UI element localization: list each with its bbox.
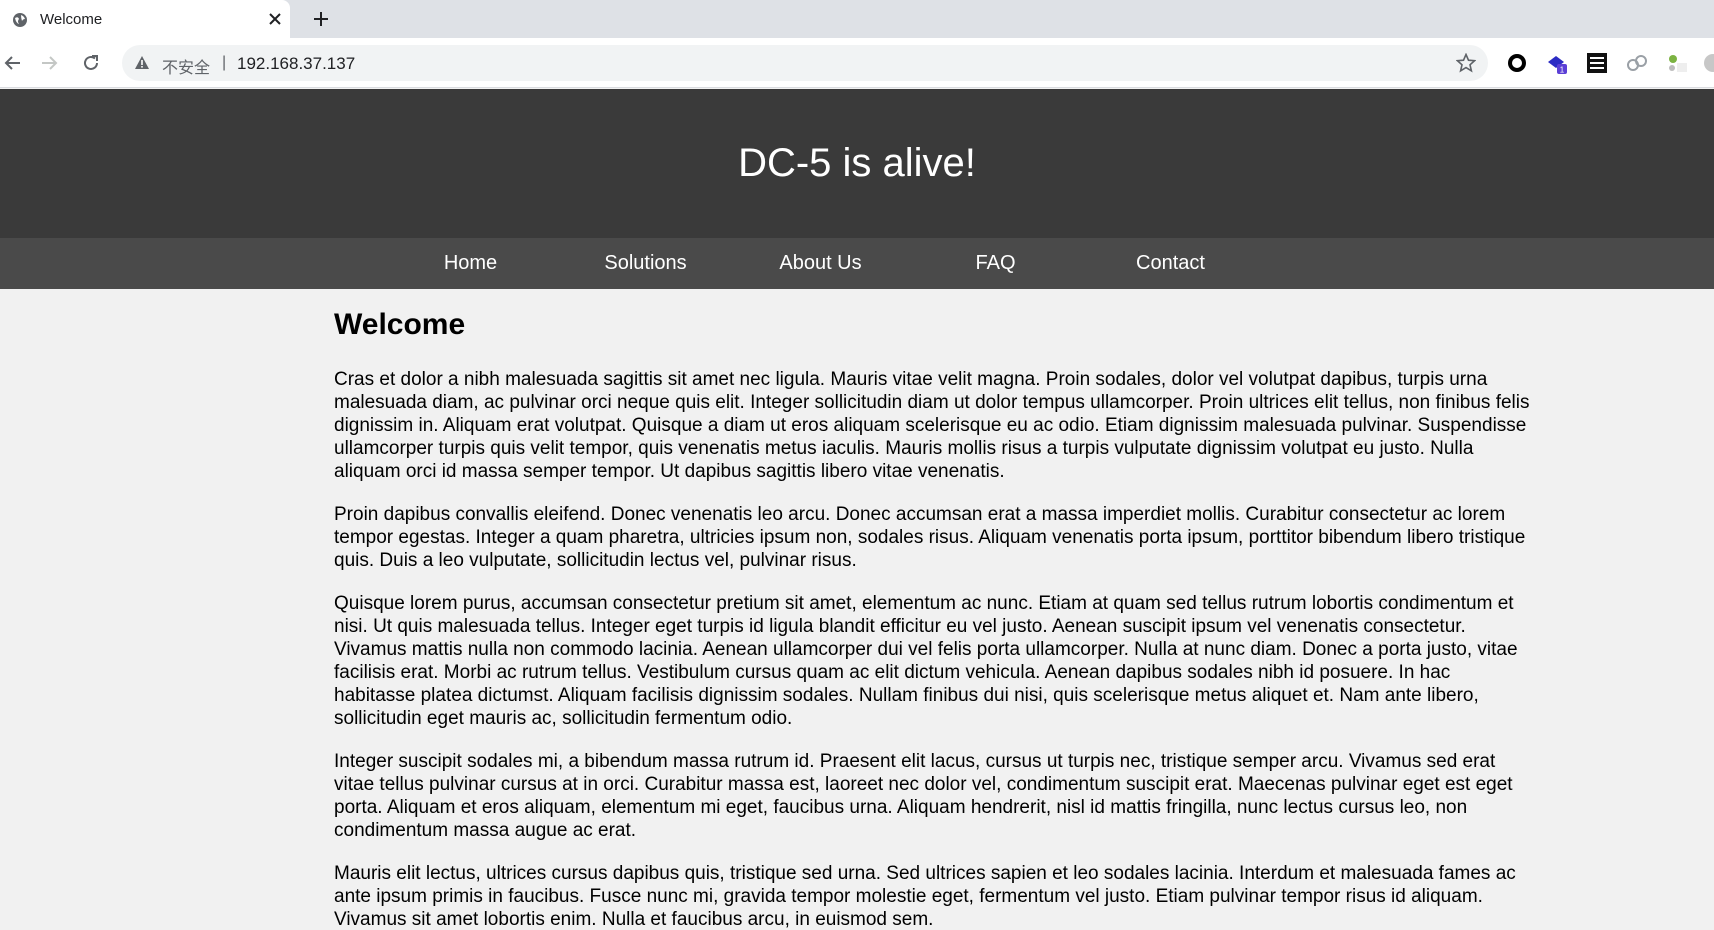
- paragraph-2: Proin dapibus convallis eleifend. Donec …: [334, 504, 1526, 571]
- nav-faq[interactable]: FAQ: [908, 252, 1083, 275]
- nav-about-us[interactable]: About Us: [733, 252, 908, 275]
- address-bar[interactable]: 不安全 | 192.168.37.137: [122, 45, 1488, 81]
- nav-home[interactable]: Home: [383, 252, 558, 275]
- tab-title: Welcome: [40, 11, 103, 28]
- forward-icon[interactable]: [38, 52, 60, 74]
- extension-cube-icon[interactable]: 1: [1546, 52, 1568, 74]
- globe-icon: [13, 13, 27, 27]
- extension-ring-icon[interactable]: [1506, 52, 1528, 74]
- extension-js-icon[interactable]: [1666, 52, 1688, 74]
- browser-tab[interactable]: Welcome: [0, 0, 290, 38]
- bookmark-star-icon[interactable]: [1456, 53, 1476, 73]
- nav-contact[interactable]: Contact: [1083, 252, 1258, 275]
- extension-binary-icon[interactable]: [1586, 52, 1608, 74]
- close-icon[interactable]: [266, 10, 284, 28]
- tab-strip: Welcome: [0, 0, 1714, 38]
- page-heading: Welcome: [334, 308, 466, 341]
- extension-badge: 1: [1560, 66, 1565, 75]
- paragraph-3: Quisque lorem purus, accumsan consectetu…: [334, 593, 1518, 729]
- extension-link-icon[interactable]: [1626, 52, 1648, 74]
- main-content: Welcome Cras et dolor a nibh malesuada s…: [334, 308, 1534, 930]
- insecure-label[interactable]: 不安全: [162, 54, 210, 78]
- site-nav: Home Solutions About Us FAQ Contact: [0, 238, 1714, 289]
- site-title: DC-5 is alive!: [738, 141, 976, 185]
- url-separator: |: [222, 54, 227, 71]
- reload-icon[interactable]: [80, 52, 102, 74]
- paragraph-5: Mauris elit lectus, ultrices cursus dapi…: [334, 863, 1516, 930]
- warning-icon[interactable]: [134, 55, 150, 71]
- paragraph-1: Cras et dolor a nibh malesuada sagittis …: [334, 369, 1530, 482]
- back-icon[interactable]: [2, 52, 24, 74]
- new-tab-icon[interactable]: [312, 10, 330, 28]
- site-header: DC-5 is alive!: [0, 89, 1714, 238]
- browser-toolbar: 不安全 | 192.168.37.137 1: [0, 38, 1714, 88]
- extension-more-icon[interactable]: [1702, 52, 1714, 74]
- nav-solutions[interactable]: Solutions: [558, 252, 733, 275]
- paragraph-4: Integer suscipit sodales mi, a bibendum …: [334, 751, 1513, 841]
- url-text[interactable]: 192.168.37.137: [237, 54, 355, 74]
